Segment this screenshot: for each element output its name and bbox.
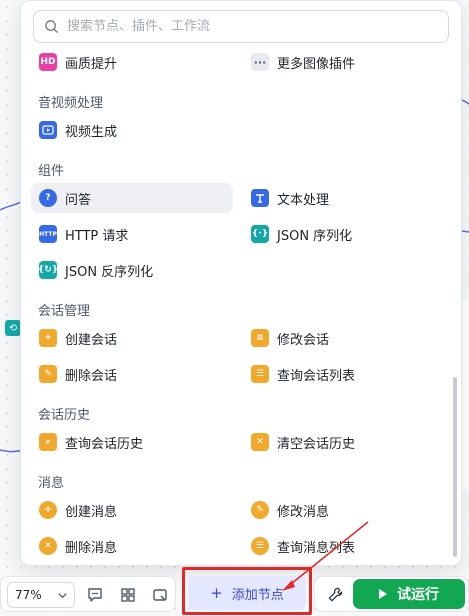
- delete-conversation-icon: ✎: [39, 365, 57, 383]
- node-item-json-serialize[interactable]: {·} JSON 序列化: [243, 219, 445, 249]
- list-message-icon: ☰: [251, 537, 269, 555]
- ellipsis-icon: ···: [251, 53, 269, 71]
- zoom-select[interactable]: 77%: [7, 582, 75, 608]
- wrench-icon[interactable]: [327, 586, 344, 603]
- chevron-down-icon: [58, 593, 67, 599]
- create-message-icon: +: [39, 501, 57, 519]
- text-process-icon: [251, 189, 269, 207]
- node-item-label: 查询会话列表: [277, 368, 356, 384]
- section-title-components: 组件: [38, 164, 65, 179]
- search-icon: [45, 20, 58, 33]
- node-item-label: 查询会话历史: [65, 436, 144, 452]
- node-item-more-image-plugins[interactable]: ··· 更多图像插件: [243, 47, 445, 77]
- node-item-delete-conversation[interactable]: ✎ 删除会话: [31, 359, 233, 389]
- zoom-value: 77%: [15, 588, 42, 602]
- edit-conversation-icon: ≡: [251, 329, 269, 347]
- section-title-conversation-mgmt: 会话管理: [38, 304, 91, 319]
- node-item-edit-conversation[interactable]: ≡ 修改会话: [243, 323, 445, 353]
- node-item-label: 修改会话: [277, 332, 330, 348]
- node-item-json-deserialize[interactable]: {↻} JSON 反序列化: [31, 255, 233, 285]
- hd-icon: HD: [39, 53, 57, 71]
- play-icon: [379, 589, 387, 599]
- run-toolbar: 试运行: [314, 576, 469, 612]
- node-item-text-process[interactable]: 文本处理: [243, 183, 445, 213]
- node-item-label: 删除会话: [65, 368, 118, 384]
- search-box[interactable]: [33, 10, 449, 43]
- delete-message-icon: ✕: [39, 537, 57, 555]
- section-title-conversation-history: 会话历史: [38, 408, 91, 423]
- node-item-query-history[interactable]: ⌕ 查询会话历史: [31, 427, 233, 457]
- node-item-image-enhance[interactable]: HD 画质提升: [31, 47, 233, 77]
- plus-icon: +: [210, 584, 223, 602]
- section-title-messages: 消息: [38, 476, 65, 491]
- comment-icon[interactable]: [86, 586, 104, 604]
- panel-scrollbar[interactable]: [453, 377, 457, 557]
- query-history-icon: ⌕: [39, 433, 57, 451]
- create-conversation-icon: +: [39, 329, 57, 347]
- node-item-clear-history[interactable]: ✕ 清空会话历史: [243, 427, 445, 457]
- node-list[interactable]: HD 画质提升 ··· 更多图像插件 音视频处理 视频生成 组件 ? 问答 文本…: [21, 47, 461, 565]
- node-item-label: 画质提升: [65, 56, 118, 72]
- list-conversation-icon: ☰: [251, 365, 269, 383]
- test-run-button[interactable]: 试运行: [353, 579, 465, 609]
- node-item-label: 文本处理: [277, 192, 330, 208]
- http-icon: HTTP: [39, 225, 57, 243]
- node-item-create-conversation[interactable]: + 创建会话: [31, 323, 233, 353]
- node-item-label: 创建会话: [65, 332, 118, 348]
- canvas-toolbar: 77%: [0, 576, 176, 612]
- node-item-label: 视频生成: [65, 124, 118, 140]
- node-item-label: HTTP 请求: [65, 228, 129, 244]
- node-item-create-message[interactable]: + 创建消息: [31, 495, 233, 525]
- node-item-qa[interactable]: ? 问答: [31, 183, 233, 213]
- node-item-list-conversations[interactable]: ☰ 查询会话列表: [243, 359, 445, 389]
- search-input[interactable]: [67, 12, 437, 41]
- json-serialize-icon: {·}: [251, 225, 269, 243]
- question-icon: ?: [39, 189, 57, 207]
- clear-history-icon: ✕: [251, 433, 269, 451]
- node-item-label: 问答: [65, 192, 92, 208]
- node-item-delete-message[interactable]: ✕ 删除消息: [31, 531, 233, 561]
- add-node-panel: HD 画质提升 ··· 更多图像插件 音视频处理 视频生成 组件 ? 问答 文本…: [20, 0, 462, 566]
- video-icon: [39, 121, 57, 139]
- node-item-label: 修改消息: [277, 504, 330, 520]
- node-item-label: 创建消息: [65, 504, 118, 520]
- node-item-label: 更多图像插件: [277, 56, 356, 72]
- edit-message-icon: ✎: [251, 501, 269, 519]
- node-item-video-generation[interactable]: 视频生成: [31, 115, 233, 145]
- node-item-label: 删除消息: [65, 540, 118, 556]
- test-run-label: 试运行: [397, 587, 439, 603]
- node-item-label: 清空会话历史: [277, 436, 356, 452]
- node-item-http-request[interactable]: HTTP HTTP 请求: [31, 219, 233, 249]
- section-title-audio-video: 音视频处理: [38, 96, 104, 111]
- minimap-icon[interactable]: [151, 586, 169, 604]
- node-item-label: JSON 反序列化: [65, 264, 154, 280]
- json-deserialize-icon: {↻}: [38, 261, 58, 279]
- layout-icon[interactable]: [119, 586, 137, 604]
- canvas-node-json-icon: ⟲: [5, 320, 21, 336]
- node-item-label: JSON 序列化: [277, 228, 353, 244]
